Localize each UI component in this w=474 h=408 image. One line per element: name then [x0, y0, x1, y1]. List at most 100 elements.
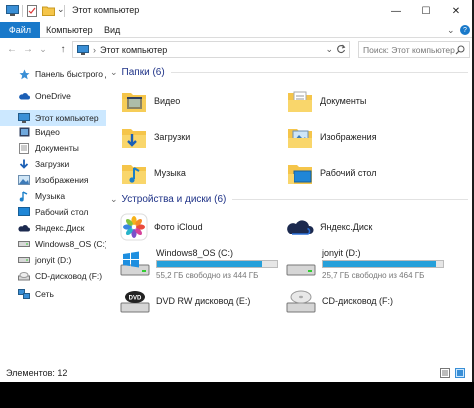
content-area: ⌄ Папки (6) Видео Документы Загрузки Изо…	[106, 62, 472, 362]
device-icloud-photos[interactable]: Фото iCloud	[120, 210, 270, 244]
address-dropdown-icon[interactable]: ⌄	[325, 44, 333, 55]
drive-free-space: 55,2 ГБ свободно из 444 ГБ	[156, 271, 259, 280]
svg-text:DVD: DVD	[129, 296, 142, 302]
sidebar-item-label: Яндекс.Диск	[35, 223, 85, 233]
sidebar-item-label: Изображения	[35, 175, 89, 185]
drive-icon	[286, 250, 316, 278]
video-folder-icon	[18, 126, 30, 138]
drive-icon	[18, 254, 30, 266]
device-cd-drive[interactable]: CD-дисковод (F:)	[286, 284, 456, 318]
cd-drive-icon	[286, 287, 316, 315]
dvd-drive-icon: DVD	[120, 287, 150, 315]
desktop-folder-icon	[18, 206, 30, 218]
cloud-icon	[18, 90, 30, 102]
sidebar-item-videos[interactable]: Видео	[0, 124, 106, 140]
forward-button[interactable]: →	[21, 42, 35, 56]
sidebar-item-onedrive[interactable]: OneDrive	[0, 88, 106, 104]
properties-icon[interactable]	[27, 5, 38, 17]
sidebar-item-downloads[interactable]: Загрузки	[0, 156, 106, 172]
address-bar[interactable]: › Этот компьютер ⌄	[72, 41, 350, 58]
folder-pictures[interactable]: Изображения	[286, 120, 436, 154]
navigation-bar: ← → ⌄ ↑ › Этот компьютер ⌄ Поиск: Этот к…	[0, 38, 474, 60]
sidebar-item-label: Панель быстрого дос	[35, 69, 106, 79]
sidebar-item-drive-c[interactable]: Windows8_OS (C:)	[0, 236, 106, 252]
ribbon-tabs: Файл Компьютер Вид ⌄ ?	[0, 22, 474, 38]
device-drive-d[interactable]: jonyit (D:) 25,7 ГБ свободно из 464 ГБ	[286, 246, 456, 282]
up-button[interactable]: ↑	[56, 42, 70, 56]
new-folder-icon[interactable]	[42, 5, 55, 16]
sidebar-item-label: Сеть	[35, 289, 54, 299]
recent-locations-icon[interactable]: ⌄	[36, 42, 50, 56]
sidebar-item-label: jonyit (D:)	[35, 255, 72, 265]
documents-folder-icon	[286, 87, 314, 115]
device-drive-c[interactable]: Windows8_OS (C:) 55,2 ГБ свободно из 444…	[120, 246, 290, 282]
devices-group-header[interactable]: ⌄ Устройства и диски (6)	[110, 194, 468, 205]
sidebar-item-desktop[interactable]: Рабочий стол	[0, 204, 106, 220]
sidebar-item-yandex-disk[interactable]: Яндекс.Диск	[0, 220, 106, 236]
sidebar-item-label: OneDrive	[35, 91, 71, 101]
computer-icon	[18, 112, 30, 124]
folder-desktop[interactable]: Рабочий стол	[286, 156, 436, 190]
title-bar: ⌄ Этот компьютер — ☐ ✕	[0, 0, 474, 22]
sidebar-item-cd-drive[interactable]: CD-дисковод (F:)	[0, 268, 106, 284]
chevron-down-icon: ⌄	[110, 194, 118, 204]
search-input[interactable]: Поиск: Этот компьютер	[358, 41, 470, 58]
folder-downloads[interactable]: Загрузки	[120, 120, 270, 154]
sidebar-item-drive-d[interactable]: jonyit (D:)	[0, 252, 106, 268]
tab-view[interactable]: Вид	[104, 22, 120, 38]
downloads-folder-icon	[18, 158, 30, 170]
folder-music[interactable]: Музыка	[120, 156, 270, 190]
music-folder-icon	[120, 159, 148, 187]
drive-free-space: 25,7 ГБ свободно из 464 ГБ	[322, 271, 425, 280]
pictures-folder-icon	[18, 174, 30, 186]
breadcrumb[interactable]: Этот компьютер	[100, 45, 167, 55]
sidebar-item-pictures[interactable]: Изображения	[0, 172, 106, 188]
screen-edge	[0, 382, 474, 408]
device-yandex-disk[interactable]: Яндекс.Диск	[286, 210, 436, 244]
sidebar-item-documents[interactable]: Документы	[0, 140, 106, 156]
details-view-icon[interactable]	[440, 368, 450, 378]
sidebar-item-network[interactable]: Сеть	[0, 286, 106, 302]
computer-icon	[6, 5, 19, 16]
drive-icon	[18, 238, 30, 250]
pictures-folder-icon	[286, 123, 314, 151]
breadcrumb-separator: ›	[93, 44, 96, 55]
search-icon	[455, 45, 465, 55]
sidebar-item-quick-access[interactable]: Панель быстрого дос	[0, 66, 106, 82]
back-button[interactable]: ←	[5, 42, 19, 56]
tab-computer[interactable]: Компьютер	[46, 22, 93, 38]
sidebar-item-music[interactable]: Музыка	[0, 188, 106, 204]
minimize-button[interactable]: —	[384, 0, 408, 22]
drive-usage-fill	[157, 261, 263, 267]
desktop-folder-icon	[286, 159, 314, 187]
computer-icon	[77, 44, 89, 55]
folder-videos[interactable]: Видео	[120, 84, 270, 118]
sidebar-item-label: Загрузки	[35, 159, 70, 169]
documents-folder-icon	[18, 142, 30, 154]
yandex-disk-icon	[18, 222, 30, 234]
sidebar-item-label: Видео	[35, 127, 60, 137]
close-button[interactable]: ✕	[444, 0, 468, 22]
drive-usage-fill	[323, 261, 437, 267]
maximize-button[interactable]: ☐	[414, 0, 438, 22]
large-icons-view-icon[interactable]	[455, 368, 465, 378]
sidebar-item-label: Музыка	[35, 191, 66, 201]
device-dvd-drive[interactable]: DVD DVD RW дисковод (E:)	[120, 284, 290, 318]
folder-documents[interactable]: Документы	[286, 84, 436, 118]
item-count: Элементов: 12	[6, 368, 68, 378]
ribbon-collapse-icon[interactable]: ⌄	[447, 22, 455, 38]
chevron-down-icon: ⌄	[110, 67, 118, 77]
navigation-pane: Панель быстрого дос OneDrive Этот компью…	[0, 62, 106, 362]
drive-usage-bar	[322, 260, 444, 268]
help-icon[interactable]: ?	[460, 25, 470, 35]
windows-drive-icon	[120, 250, 150, 278]
sidebar-item-label: Документы	[35, 143, 79, 153]
drive-usage-bar	[156, 260, 278, 268]
network-icon	[18, 288, 30, 300]
tab-file[interactable]: Файл	[0, 22, 40, 38]
sidebar-item-label: Рабочий стол	[35, 207, 89, 217]
folders-group-header[interactable]: ⌄ Папки (6)	[110, 67, 468, 78]
refresh-icon[interactable]	[336, 44, 346, 54]
yandex-disk-icon	[286, 213, 314, 241]
status-bar: Элементов: 12	[0, 366, 474, 380]
